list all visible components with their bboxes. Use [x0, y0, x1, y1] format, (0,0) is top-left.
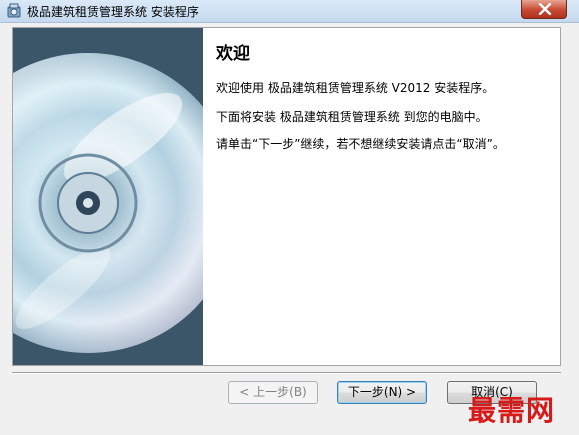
cd-disc-image — [13, 28, 203, 365]
instruction-text: 请单击“下一步”继续，若不想继续安装请点击“取消”。 — [216, 137, 505, 151]
close-button[interactable] — [521, 0, 567, 19]
close-icon — [538, 3, 552, 15]
site-watermark: 最需网 — [468, 394, 556, 427]
install-info-text: 下面将安装 极品建筑租赁管理系统 到您的电脑中。 — [216, 110, 488, 124]
back-button[interactable]: < 上一步(B) — [228, 381, 318, 404]
page-title: 欢迎 — [216, 44, 250, 64]
welcome-text: 欢迎使用 极品建筑租赁管理系统 V2012 安装程序。 — [216, 81, 495, 95]
content-panel: 欢迎 欢迎使用 极品建筑租赁管理系统 V2012 安装程序。 下面将安装 极品建… — [12, 27, 561, 366]
title-bar[interactable]: 极品建筑租赁管理系统 安装程序 — [0, 0, 579, 23]
installer-icon — [6, 3, 22, 19]
window-title: 极品建筑租赁管理系统 安装程序 — [27, 5, 199, 19]
installer-window: 极品建筑租赁管理系统 安装程序 欢迎 欢迎使用 极品建筑租赁管理系统 V2012… — [0, 0, 579, 435]
footer-divider — [12, 372, 561, 374]
next-button[interactable]: 下一步(N) > — [337, 381, 427, 404]
